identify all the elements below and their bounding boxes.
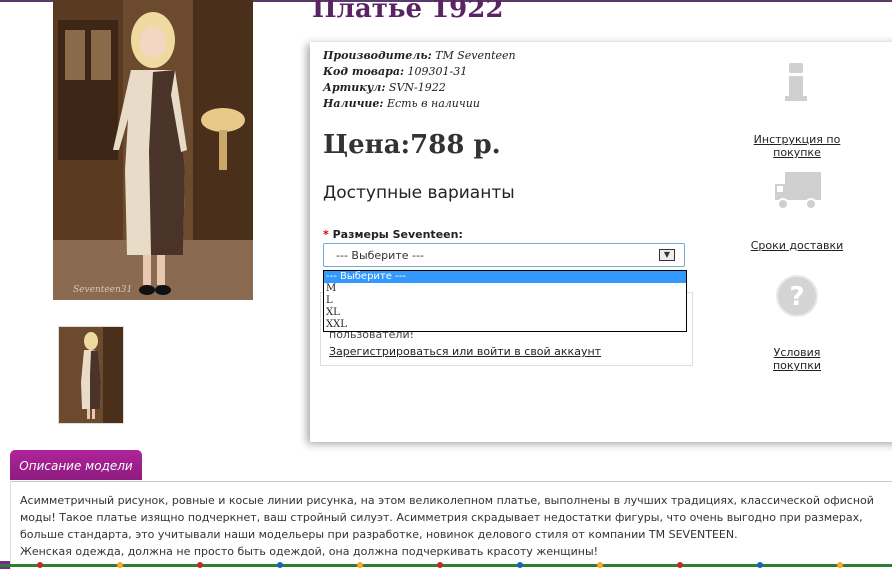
- product-price: Цена:788 р.: [323, 130, 501, 160]
- description-paragraph: Женская одежда, должна не просто быть од…: [20, 545, 599, 558]
- product-title: Платье 1922: [312, 0, 504, 24]
- meta-manufacturer-value: TM Seventeen: [431, 49, 516, 62]
- delivery-terms-link[interactable]: Сроки доставки: [750, 239, 844, 252]
- info-icon[interactable]: [785, 62, 809, 102]
- register-login-link[interactable]: Зарегистрироваться или войти в свой акка…: [329, 345, 601, 358]
- size-option[interactable]: XXL: [324, 319, 686, 331]
- holiday-garland-decoration: [0, 562, 892, 568]
- meta-code-value: 109301-31: [404, 65, 468, 78]
- size-option[interactable]: L: [324, 295, 686, 307]
- size-option[interactable]: M: [324, 283, 686, 295]
- delivery-truck-icon[interactable]: [773, 170, 823, 212]
- size-select-value: --- Выберите ---: [336, 249, 424, 262]
- meta-availability-value: Есть в наличии: [383, 97, 480, 110]
- product-meta: Производитель: TM Seventeen Код товара: …: [323, 48, 516, 112]
- size-select[interactable]: --- Выберите --- ▼: [323, 243, 685, 267]
- size-option[interactable]: --- Выберите ---: [324, 271, 686, 283]
- meta-manufacturer: Производитель: TM Seventeen: [323, 48, 516, 64]
- meta-availability-key: Наличие:: [323, 97, 384, 110]
- svg-text:?: ?: [789, 282, 804, 312]
- meta-manufacturer-key: Производитель:: [323, 49, 432, 62]
- meta-sku-key: Артикул:: [323, 81, 386, 94]
- thumbnail-image: [59, 327, 123, 423]
- description-panel: Асимметричный рисунок, ровные и косые ли…: [10, 481, 892, 570]
- description-paragraph: Асимметричный рисунок, ровные и косые ли…: [20, 494, 874, 541]
- meta-product-code: Код товара: 109301-31: [323, 64, 516, 80]
- size-option[interactable]: XL: [324, 307, 686, 319]
- product-info-card: Производитель: TM Seventeen Код товара: …: [310, 42, 892, 442]
- dress-photo-image: Seventeen31: [53, 0, 253, 300]
- size-dropdown-list[interactable]: --- Выберите --- M L XL XXL: [323, 270, 687, 332]
- required-mark: *: [323, 228, 329, 241]
- size-label: * Размеры Seventeen:: [323, 228, 463, 241]
- product-main-photo[interactable]: Seventeen31: [53, 0, 253, 300]
- chevron-down-icon[interactable]: ▼: [659, 249, 675, 261]
- meta-sku-value: SVN-1922: [385, 81, 446, 94]
- variants-heading: Доступные варианты: [323, 183, 515, 203]
- tab-description[interactable]: Описание модели: [10, 450, 142, 480]
- purchase-conditions-link[interactable]: Условия покупки: [748, 346, 846, 372]
- question-icon[interactable]: ?: [775, 274, 819, 318]
- product-thumbnail[interactable]: [58, 326, 124, 424]
- purchase-instruction-link[interactable]: Инструкция по покупке: [733, 133, 861, 159]
- description-text: Асимметричный рисунок, ровные и косые ли…: [20, 492, 886, 560]
- photo-watermark: Seventeen31: [73, 285, 132, 295]
- size-label-text: Размеры Seventeen:: [332, 228, 463, 241]
- meta-sku: Артикул: SVN-1922: [323, 80, 516, 96]
- meta-code-key: Код товара:: [323, 65, 405, 78]
- meta-availability: Наличие: Есть в наличии: [323, 96, 516, 112]
